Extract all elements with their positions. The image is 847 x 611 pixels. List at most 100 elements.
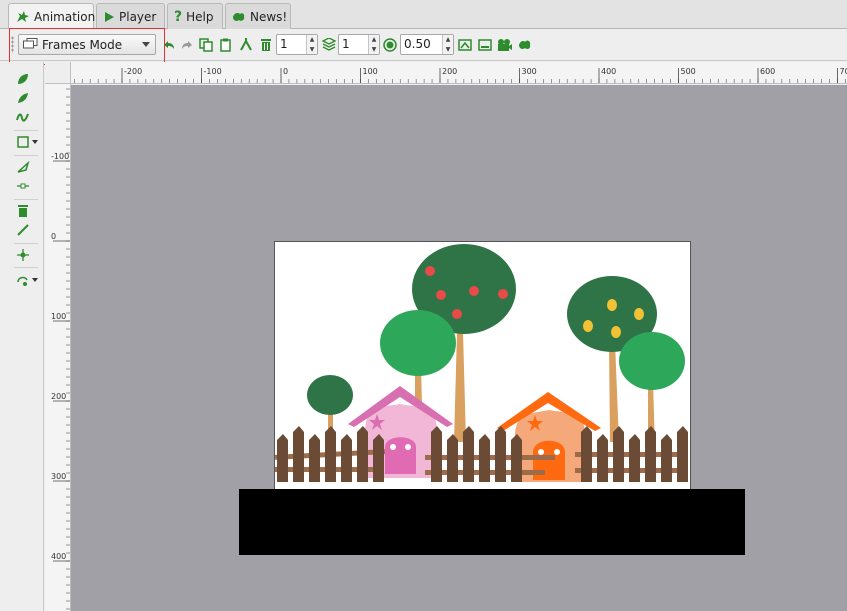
tree-crown-light — [380, 310, 456, 376]
eraser-tool[interactable] — [16, 202, 38, 220]
clone-icon — [240, 38, 252, 51]
spin-up-icon[interactable]: ▲ — [307, 35, 317, 45]
ruler-label: 100 — [51, 312, 66, 321]
opacity-button[interactable] — [381, 36, 399, 54]
ruler-label: 0 — [283, 67, 288, 76]
paste-frame-icon — [220, 38, 231, 52]
camera-button[interactable] — [496, 36, 514, 54]
ruler-label: 300 — [51, 472, 66, 481]
clone-button[interactable] — [237, 36, 255, 54]
preview-button[interactable] — [476, 36, 494, 54]
tab-player-label: Player — [119, 9, 157, 24]
rectangle-tool[interactable] — [16, 133, 38, 151]
delete-button[interactable] — [257, 36, 275, 54]
frame-spinner-value: 1 — [342, 37, 350, 51]
red-fruit — [436, 290, 446, 300]
workspace-area[interactable] — [71, 85, 847, 611]
fill-tool[interactable] — [16, 159, 38, 177]
pen-tool[interactable] — [16, 177, 38, 195]
fence-picket — [373, 434, 384, 482]
paste-frame-button[interactable] — [217, 36, 235, 54]
fence-picket — [495, 426, 506, 482]
toolbar-grip[interactable] — [11, 36, 14, 53]
chevron-down-icon — [142, 42, 150, 47]
mode-dropdown[interactable]: Frames Mode — [18, 34, 156, 55]
opacity-spinner-value: 0.50 — [404, 37, 431, 51]
rectangle-icon — [17, 136, 29, 148]
tab-bar: Animation Player ? Help News! — [0, 0, 847, 30]
transform-icon — [17, 276, 28, 286]
copy-frame-button[interactable] — [197, 36, 215, 54]
tab-help[interactable]: ? Help — [167, 3, 223, 29]
onion-skin-button[interactable] — [320, 36, 338, 54]
ink-tool[interactable] — [16, 89, 38, 107]
fence-picket — [511, 434, 522, 482]
opacity-icon — [383, 38, 397, 52]
camera-icon — [498, 39, 512, 51]
ruler-label: -100 — [204, 67, 222, 76]
fence-picket — [341, 434, 352, 482]
delete-icon — [261, 39, 271, 51]
opacity-spinner[interactable]: 0.50 ▲ ▼ — [400, 34, 454, 55]
redo-icon — [182, 41, 192, 49]
settings-button[interactable] — [516, 36, 534, 54]
pencil-icon — [18, 74, 28, 84]
chevron-down-icon[interactable] — [32, 140, 38, 144]
red-fruit — [425, 266, 435, 276]
undo-button[interactable] — [160, 36, 178, 54]
frame-spinner[interactable]: 1 ▲ ▼ — [338, 34, 380, 55]
tree-crown-light — [619, 332, 685, 390]
news-icon — [232, 11, 246, 23]
tree-crown-dark — [307, 375, 353, 415]
tab-animation[interactable]: Animation — [8, 3, 96, 30]
fence-picket — [325, 426, 336, 482]
ruler-label: 70 — [840, 67, 847, 76]
ruler-label: 400 — [601, 67, 616, 76]
line-icon — [17, 224, 29, 236]
horizontal-ruler[interactable]: -200 -100 0 100 200 300 400 500 600 70 — [71, 62, 847, 84]
spin-down-icon[interactable]: ▼ — [369, 45, 379, 55]
app-window: Animation Player ? Help News! Frames Mod… — [0, 0, 847, 611]
horizontal-ruler-scale: -200 -100 0 100 200 300 400 500 600 70 — [73, 67, 847, 83]
spin-down-icon[interactable]: ▼ — [443, 45, 453, 55]
ruler-label: -100 — [51, 152, 69, 161]
vertical-ruler-scale: -100 0 100 200 300 400 — [51, 88, 70, 610]
fence-picket — [677, 426, 688, 482]
spin-up-icon[interactable]: ▲ — [369, 35, 379, 45]
animation-canvas[interactable] — [274, 241, 691, 490]
animation-icon — [15, 10, 30, 24]
yellow-fruit — [583, 320, 593, 332]
fence-picket — [613, 426, 624, 482]
fence-picket — [479, 434, 490, 482]
tab-animation-label: Animation — [34, 10, 96, 24]
fence-picket — [629, 434, 640, 482]
tab-news[interactable]: News! — [225, 3, 291, 29]
settings-icon — [519, 40, 531, 49]
vertical-ruler[interactable]: -100 0 100 200 300 400 — [45, 84, 71, 611]
ruler-label: 600 — [760, 67, 775, 76]
fence-picket — [431, 426, 442, 482]
export-icon — [458, 39, 472, 51]
help-icon: ? — [174, 8, 183, 25]
spin-up-icon[interactable]: ▲ — [443, 35, 453, 45]
node-tool[interactable] — [16, 246, 38, 264]
brush-tool[interactable] — [16, 108, 38, 126]
scene-illustration — [274, 244, 688, 482]
spin-down-icon[interactable]: ▼ — [307, 45, 317, 55]
chevron-down-icon[interactable] — [32, 278, 38, 282]
line-tool[interactable] — [16, 221, 38, 239]
red-fruit — [469, 286, 479, 296]
layer-spinner[interactable]: 1 ▲ ▼ — [276, 34, 318, 55]
eraser-icon — [18, 205, 28, 217]
tab-player[interactable]: Player — [96, 3, 165, 29]
preview-icon — [478, 39, 492, 51]
red-fruit — [452, 309, 462, 319]
transform-tool[interactable] — [16, 271, 38, 289]
export-button[interactable] — [456, 36, 474, 54]
redo-button[interactable] — [178, 36, 196, 54]
pencil-tool[interactable] — [16, 70, 38, 88]
ruler-label: 200 — [51, 392, 66, 401]
ruler-label: 200 — [442, 67, 457, 76]
ruler-label: 400 — [51, 552, 66, 561]
fill-icon — [17, 161, 30, 173]
